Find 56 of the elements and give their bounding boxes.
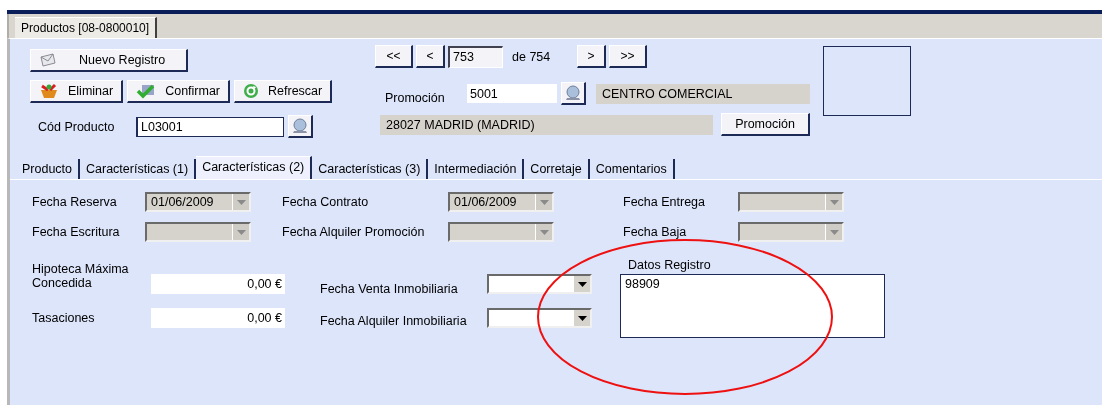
caret-icon — [829, 199, 839, 205]
envelope-icon — [39, 52, 57, 68]
checkmark-icon — [136, 83, 157, 99]
tab[interactable]: Intermediación — [428, 159, 525, 179]
tab[interactable]: Corretaje — [524, 159, 590, 179]
nav-button[interactable]: >> — [609, 45, 647, 68]
amount-field[interactable]: 0,00 € — [151, 274, 285, 294]
field-label: Fecha Alquiler Inmobiliaria — [320, 314, 468, 328]
field-label: Fecha Escritura — [32, 225, 121, 239]
document-tab[interactable]: Productos [08-0800010] — [15, 17, 158, 38]
caret-icon — [539, 199, 549, 205]
caret-icon — [829, 229, 839, 235]
registry-text-area[interactable]: 98909 — [620, 274, 885, 338]
confirm-button[interactable]: Confirmar — [127, 80, 231, 103]
field-label: Promoción — [385, 90, 446, 105]
field-label: Hipoteca Máxima Concedida — [32, 261, 130, 290]
product-code-field[interactable]: L03001 — [136, 116, 284, 137]
field-label: Fecha Entrega — [623, 195, 706, 209]
caret-icon — [577, 281, 587, 287]
globe-icon — [565, 85, 581, 101]
tab[interactable]: Comentarios — [589, 159, 675, 179]
field-label: Tasaciones — [32, 311, 96, 325]
lookup-button[interactable] — [561, 82, 586, 105]
date-dropdown[interactable] — [487, 308, 592, 328]
address-text: 28027 MADRID (MADRID) — [380, 114, 713, 135]
caret-icon — [539, 229, 549, 235]
caret-icon — [236, 199, 246, 205]
field-label: Fecha Baja — [623, 225, 688, 239]
date-dropdown[interactable] — [487, 274, 592, 294]
nav-button[interactable]: > — [577, 45, 606, 68]
amount-field[interactable]: 0,00 € — [151, 308, 285, 328]
tab[interactable]: Características (2) — [196, 156, 313, 179]
globe-icon — [292, 118, 308, 134]
field-label: Fecha Reserva — [32, 195, 118, 209]
field-label: Fecha Alquiler Promoción — [282, 225, 426, 239]
caret-icon — [577, 315, 587, 321]
refresh-icon — [243, 83, 260, 99]
field-label: Datos Registro — [627, 258, 712, 272]
field-label: Fecha Venta Inmobiliaria — [320, 282, 459, 296]
tab[interactable]: Producto — [16, 159, 81, 179]
field-label: Cód Producto — [37, 119, 116, 134]
nav-button[interactable]: << — [375, 45, 413, 68]
refresh-button[interactable]: Refrescar — [234, 80, 333, 103]
record-number-field[interactable]: 753 — [448, 45, 503, 68]
caret-icon — [236, 229, 246, 235]
new-record-button[interactable]: Nuevo Registro — [30, 49, 188, 72]
promotion-code-field[interactable]: 5001 — [467, 84, 557, 103]
tab[interactable]: Características (3) — [312, 159, 429, 179]
nav-button[interactable]: < — [416, 45, 445, 68]
delete-button[interactable]: Eliminar — [30, 80, 124, 103]
field-label: Fecha Contrato — [282, 195, 370, 209]
record-count: de 754 — [511, 49, 552, 64]
promotion-button[interactable]: Promoción — [721, 113, 810, 136]
promotion-name: CENTRO COMERCIAL — [596, 83, 810, 104]
lookup-button[interactable] — [288, 115, 313, 138]
basket-icon — [39, 83, 59, 99]
